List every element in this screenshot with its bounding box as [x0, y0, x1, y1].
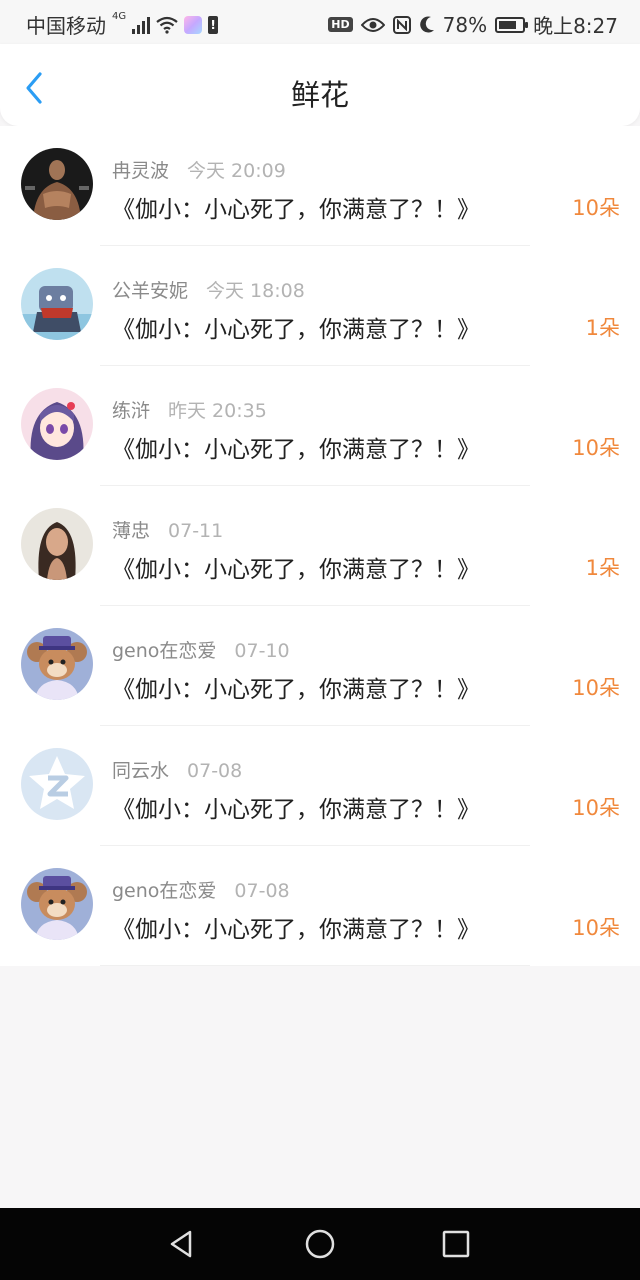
- battery-percent: 78%: [442, 12, 488, 37]
- gift-time: 昨天 20:35: [168, 400, 267, 422]
- back-triangle-icon[interactable]: [166, 1228, 198, 1260]
- flower-count: 10朵: [572, 916, 620, 940]
- list-item[interactable]: 同云水 07-08 《伽小：小心死了，你满意了？！》 10朵: [0, 726, 640, 846]
- avatar[interactable]: [21, 508, 93, 580]
- sender-meta: 同云水 07-08: [112, 756, 242, 783]
- gift-message: 《伽小：小心死了，你满意了？！》: [112, 197, 480, 223]
- sender-name: 同云水: [112, 760, 170, 782]
- clock: 晚上8:27: [533, 14, 618, 38]
- sender-meta: geno在恋爱 07-08: [112, 876, 290, 903]
- sender-name: geno在恋爱: [112, 640, 217, 662]
- status-left: 中国移动 4G !: [26, 10, 219, 39]
- flower-count: 10朵: [572, 796, 620, 820]
- avatar[interactable]: [21, 868, 93, 940]
- gift-time: 07-10: [234, 640, 290, 662]
- moon-icon: [419, 15, 434, 32]
- gift-time: 07-08: [187, 760, 243, 782]
- flower-gift-list: 冉灵波 今天 20:09 《伽小：小心死了，你满意了？！》 10朵 公羊安妮 今天 18:…: [0, 126, 640, 966]
- sender-name: 薄忠: [112, 520, 151, 542]
- flower-count: 10朵: [572, 676, 620, 700]
- home-circle-icon[interactable]: [304, 1228, 336, 1260]
- avatar[interactable]: [21, 148, 93, 220]
- gift-message: 《伽小：小心死了，你满意了？！》: [112, 797, 480, 823]
- gift-message: 《伽小：小心死了，你满意了？！》: [112, 437, 480, 463]
- nav-header: 鲜花: [0, 44, 640, 126]
- status-bar: 中国移动 4G ! HD 78% 晚上8:27: [0, 0, 640, 44]
- gift-message: 《伽小：小心死了，你满意了？！》: [112, 317, 480, 343]
- sender-name: geno在恋爱: [112, 880, 217, 902]
- sender-meta: 公羊安妮 今天 18:08: [112, 276, 305, 303]
- list-item[interactable]: geno在恋爱 07-08 《伽小：小心死了，你满意了？！》 10朵: [0, 846, 640, 966]
- sender-meta: 冉灵波 今天 20:09: [112, 156, 286, 183]
- flower-count: 1朵: [585, 316, 620, 340]
- eye-icon: [360, 17, 385, 32]
- system-nav-bar: [0, 1208, 640, 1280]
- signal-icon: [132, 16, 151, 34]
- list-item[interactable]: 公羊安妮 今天 18:08 《伽小：小心死了，你满意了？！》 1朵: [0, 246, 640, 366]
- flower-count: 1朵: [585, 556, 620, 580]
- list-item[interactable]: 练浒 昨天 20:35 《伽小：小心死了，你满意了？！》 10朵: [0, 366, 640, 486]
- status-right: HD 78% 晚上8:27: [328, 10, 618, 39]
- list-item[interactable]: 薄忠 07-11 《伽小：小心死了，你满意了？！》 1朵: [0, 486, 640, 606]
- recents-square-icon[interactable]: [440, 1228, 472, 1260]
- battery-warning-icon: !: [208, 15, 219, 34]
- gift-time: 07-08: [234, 880, 290, 902]
- page-title: 鲜花: [290, 78, 349, 112]
- list-item[interactable]: 冉灵波 今天 20:09 《伽小：小心死了，你满意了？！》 10朵: [0, 126, 640, 246]
- gift-time: 07-11: [168, 520, 224, 542]
- wifi-icon: [156, 16, 178, 34]
- sender-name: 公羊安妮: [112, 280, 189, 302]
- hd-icon: HD: [328, 17, 353, 32]
- sender-meta: 薄忠 07-11: [112, 516, 223, 543]
- gift-message: 《伽小：小心死了，你满意了？！》: [112, 557, 480, 583]
- battery-icon: [495, 16, 529, 33]
- nfc-icon: [392, 15, 411, 34]
- avatar[interactable]: [21, 748, 93, 820]
- sender-name: 练浒: [112, 400, 151, 422]
- list-item[interactable]: geno在恋爱 07-10 《伽小：小心死了，你满意了？！》 10朵: [0, 606, 640, 726]
- sender-meta: 练浒 昨天 20:35: [112, 396, 267, 423]
- avatar[interactable]: [21, 388, 93, 460]
- gift-message: 《伽小：小心死了，你满意了？！》: [112, 677, 480, 703]
- carrier-label: 中国移动: [26, 14, 106, 38]
- gift-time: 今天 18:08: [206, 280, 305, 302]
- gift-message: 《伽小：小心死了，你满意了？！》: [112, 917, 480, 943]
- gift-time: 今天 20:09: [187, 160, 286, 182]
- avatar[interactable]: [21, 628, 93, 700]
- sender-meta: geno在恋爱 07-10: [112, 636, 290, 663]
- sender-name: 冉灵波: [112, 160, 170, 182]
- divider: [100, 965, 530, 966]
- flower-count: 10朵: [572, 196, 620, 220]
- flower-count: 10朵: [572, 436, 620, 460]
- avatar[interactable]: [21, 268, 93, 340]
- network-type: 4G: [112, 11, 127, 22]
- app-notification-icon: [184, 15, 203, 34]
